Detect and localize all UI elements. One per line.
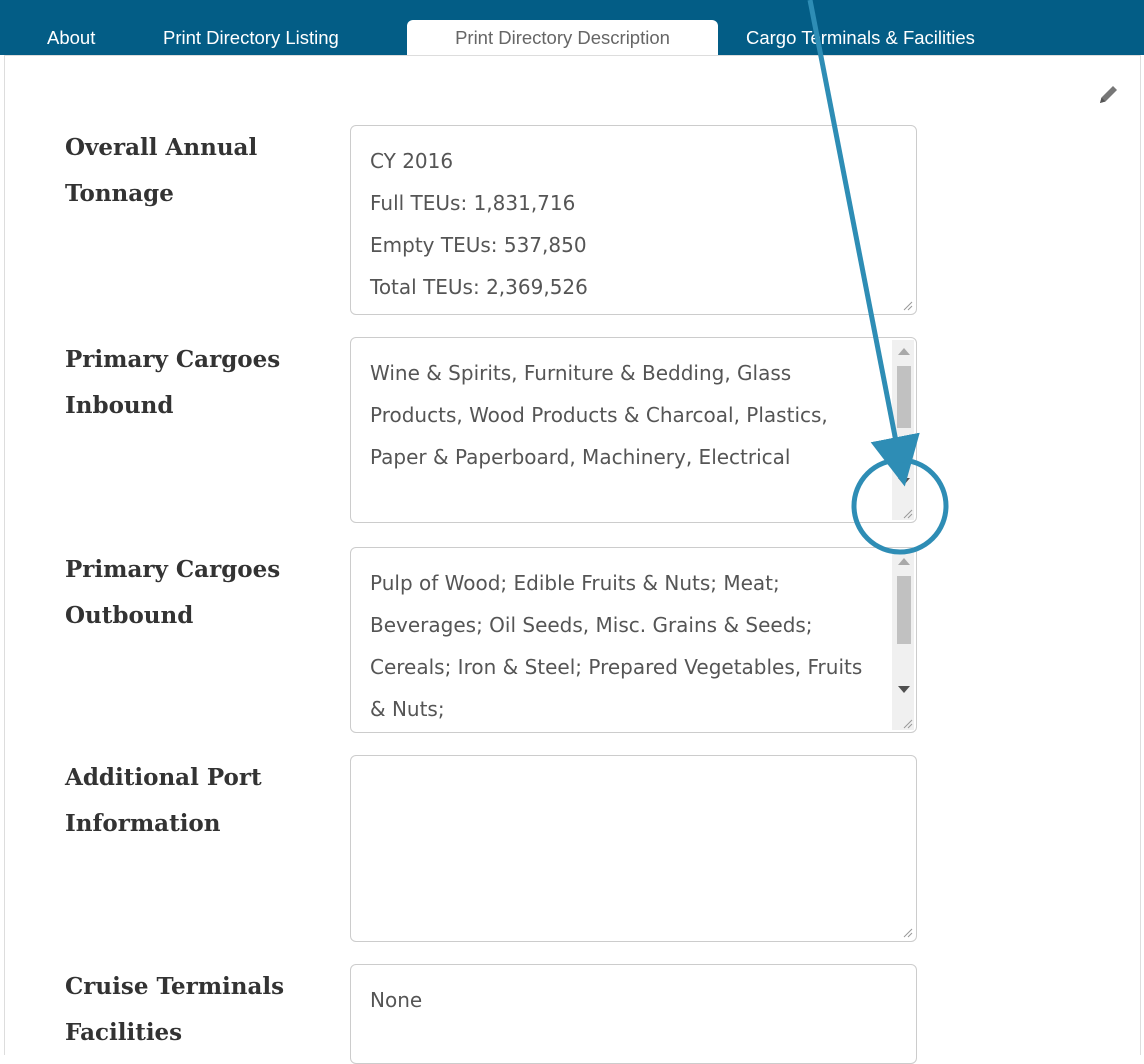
scrollbar-thumb[interactable] bbox=[897, 366, 911, 428]
additional-port-information-textarea[interactable] bbox=[350, 755, 917, 942]
resize-grip-icon[interactable] bbox=[901, 717, 913, 729]
tab-print-directory-listing[interactable]: Print Directory Listing bbox=[163, 20, 339, 55]
tab-about[interactable]: About bbox=[47, 20, 95, 55]
pencil-icon[interactable] bbox=[1094, 81, 1122, 109]
scroll-up-arrow-icon[interactable] bbox=[898, 558, 910, 565]
primary-cargoes-outbound-textarea[interactable]: Pulp of Wood; Edible Fruits & Nuts; Meat… bbox=[350, 547, 917, 733]
scroll-up-arrow-icon[interactable] bbox=[898, 348, 910, 355]
overall-annual-tonnage-label: Overall Annual Tonnage bbox=[65, 125, 335, 217]
vertical-scrollbar[interactable] bbox=[892, 550, 914, 730]
resize-grip-icon[interactable] bbox=[901, 507, 913, 519]
scrollbar-thumb[interactable] bbox=[897, 576, 911, 644]
cruise-terminals-facilities-label: Cruise Terminals Facilities bbox=[65, 964, 335, 1056]
scroll-down-arrow-icon[interactable] bbox=[898, 686, 910, 693]
tab-bar: About Print Directory Listing Print Dire… bbox=[0, 0, 1144, 55]
textarea-value: CY 2016 Full TEUs: 1,831,716 Empty TEUs:… bbox=[370, 149, 588, 299]
label-text: Overall Annual Tonnage bbox=[65, 134, 258, 207]
overall-annual-tonnage-textarea[interactable]: CY 2016 Full TEUs: 1,831,716 Empty TEUs:… bbox=[350, 125, 917, 315]
label-text: Additional Port Information bbox=[65, 764, 262, 837]
resize-grip-icon[interactable] bbox=[901, 299, 913, 311]
label-text: Primary Cargoes Outbound bbox=[65, 556, 281, 629]
textarea-value: Pulp of Wood; Edible Fruits & Nuts; Meat… bbox=[370, 571, 869, 721]
tab-print-directory-description[interactable]: Print Directory Description bbox=[407, 20, 718, 55]
primary-cargoes-inbound-textarea[interactable]: Wine & Spirits, Furniture & Bedding, Gla… bbox=[350, 337, 917, 523]
resize-grip-icon[interactable] bbox=[901, 926, 913, 938]
cruise-terminals-facilities-textarea[interactable]: None bbox=[350, 964, 917, 1064]
label-text: Primary Cargoes Inbound bbox=[65, 346, 281, 419]
textarea-value: None bbox=[370, 988, 423, 1012]
tab-cargo-terminals-facilities[interactable]: Cargo Terminals & Facilities bbox=[746, 20, 975, 55]
primary-cargoes-outbound-label: Primary Cargoes Outbound bbox=[65, 547, 335, 639]
vertical-scrollbar[interactable] bbox=[892, 340, 914, 520]
primary-cargoes-inbound-label: Primary Cargoes Inbound bbox=[65, 337, 335, 429]
textarea-value: Wine & Spirits, Furniture & Bedding, Gla… bbox=[370, 361, 835, 469]
scroll-down-arrow-icon[interactable] bbox=[898, 478, 910, 485]
additional-port-information-label: Additional Port Information bbox=[65, 755, 335, 847]
label-text: Cruise Terminals Facilities bbox=[65, 973, 285, 1046]
